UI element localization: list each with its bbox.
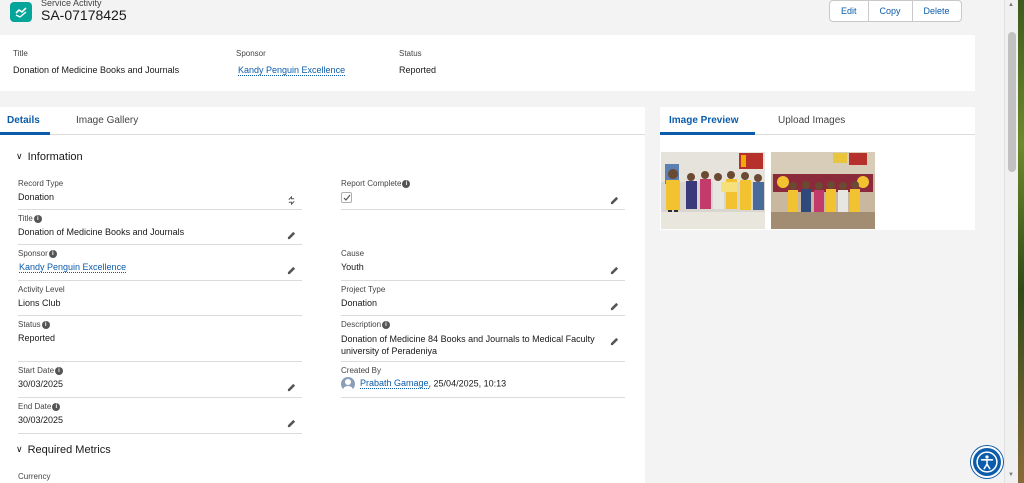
scroll-up-arrow-icon[interactable]: ▲ [1008, 2, 1014, 8]
highlight-status-label: Status [399, 49, 422, 58]
field-end-date: End Date i 30/03/2025 [18, 402, 302, 434]
info-icon[interactable]: i [52, 403, 61, 411]
highlight-status-value: Reported [399, 65, 437, 75]
record-header: Service Activity SA-07178425 Edit Copy D… [0, 0, 1004, 30]
tab-image-preview[interactable]: Image Preview [669, 115, 738, 126]
field-description: Description i Donation of Medicine 84 Boo… [341, 320, 625, 362]
edit-button[interactable]: Edit [830, 1, 869, 21]
info-icon[interactable]: i [55, 367, 64, 375]
status-label: Status [18, 320, 41, 329]
tab-image-gallery[interactable]: Image Gallery [76, 115, 138, 126]
chevron-down-icon: ∨ [16, 151, 23, 161]
background-edge [1018, 0, 1024, 483]
pencil-icon[interactable] [287, 231, 296, 240]
report-complete-checkbox [341, 192, 352, 203]
copy-button[interactable]: Copy [869, 1, 913, 21]
avatar [341, 377, 355, 391]
section-information-label: Information [27, 151, 83, 163]
currency-label: Currency [18, 472, 51, 481]
section-required-metrics-label: Required Metrics [27, 444, 111, 456]
cause-value: Youth [341, 262, 364, 272]
field-activity-level: Activity Level Lions Club [18, 285, 302, 316]
section-information[interactable]: ∨ Information [16, 151, 83, 163]
preview-photo[interactable] [661, 152, 765, 229]
info-icon[interactable]: i [382, 321, 391, 329]
pencil-icon[interactable] [287, 383, 296, 392]
field-report-complete: Report Complete i [341, 179, 625, 210]
delete-button[interactable]: Delete [913, 1, 961, 21]
details-tabs: Details Image Gallery [0, 107, 645, 135]
field-status: Status i Reported [18, 320, 302, 362]
record-name: SA-07178425 [41, 7, 127, 23]
chevron-down-icon: ∨ [16, 444, 23, 454]
info-icon[interactable]: i [33, 215, 42, 223]
section-required-metrics[interactable]: ∨ Required Metrics [16, 444, 111, 456]
accessibility-icon [976, 451, 998, 473]
action-button-group: Edit Copy Delete [829, 0, 962, 22]
pencil-icon[interactable] [610, 196, 619, 205]
tab-active-indicator [0, 132, 50, 135]
change-record-type-icon[interactable] [287, 195, 296, 206]
field-title: Title i Donation of Medicine Books and Jo… [18, 214, 302, 245]
image-card: Image Preview Upload Images [660, 107, 975, 230]
activity-level-value: Lions Club [18, 298, 61, 308]
created-by-timestamp: , 25/04/2025, 10:13 [428, 378, 507, 389]
pencil-icon[interactable] [287, 266, 296, 275]
tab-details[interactable]: Details [7, 115, 40, 126]
description-label: Description [341, 320, 382, 329]
title-value: Donation of Medicine Books and Journals [18, 227, 185, 237]
project-type-label: Project Type [341, 285, 386, 294]
preview-photo[interactable] [771, 152, 875, 229]
info-icon[interactable]: i [402, 180, 411, 188]
project-type-value: Donation [341, 298, 378, 308]
report-complete-label: Report Complete [341, 179, 402, 188]
info-icon[interactable]: i [41, 321, 50, 329]
created-by-label: Created By [341, 366, 382, 375]
scrollbar-thumb[interactable] [1008, 32, 1016, 172]
info-icon[interactable]: i [48, 250, 57, 258]
highlight-sponsor-link[interactable]: Kandy Penguin Excellence [238, 65, 346, 76]
highlights-panel: Title Donation of Medicine Books and Jou… [0, 35, 975, 91]
record-type-value: Donation [18, 192, 55, 202]
cause-label: Cause [341, 249, 365, 258]
sponsor-label: Sponsor [18, 249, 48, 258]
field-cause: Cause Youth [341, 249, 625, 281]
status-value: Reported [18, 333, 56, 343]
title-label: Title [18, 214, 33, 223]
highlight-title: Title Donation of Medicine Books and Jou… [13, 49, 179, 75]
highlight-status: Status Reported [399, 49, 436, 75]
end-date-label: End Date [18, 402, 52, 411]
highlight-title-label: Title [13, 49, 28, 58]
field-created-by: Created By Prabath Gamage, 25/04/2025, 1… [341, 366, 625, 398]
tab-active-indicator [660, 132, 755, 135]
activity-level-label: Activity Level [18, 285, 65, 294]
scroll-down-arrow-icon[interactable]: ▼ [1008, 472, 1014, 478]
highlight-sponsor-label: Sponsor [236, 49, 266, 58]
field-sponsor: Sponsor i Kandy Penguin Excellence [18, 249, 302, 281]
pencil-icon[interactable] [287, 419, 296, 428]
record-type-label: Record Type [18, 179, 64, 188]
tab-upload-images[interactable]: Upload Images [778, 115, 845, 126]
pencil-icon[interactable] [610, 266, 619, 275]
field-start-date: Start Date i 30/03/2025 [18, 366, 302, 398]
created-by-user-link[interactable]: Prabath Gamage [360, 378, 429, 390]
highlight-title-value: Donation of Medicine Books and Journals [13, 65, 180, 75]
pencil-icon[interactable] [610, 302, 619, 311]
details-card: Details Image Gallery ∨ Information Recor… [0, 107, 645, 483]
service-activity-icon [10, 2, 32, 22]
start-date-value: 30/03/2025 [18, 379, 64, 389]
start-date-label: Start Date [18, 366, 55, 375]
field-record-type: Record Type Donation [18, 179, 302, 210]
description-value: Donation of Medicine 84 Books and Journa… [341, 334, 595, 356]
highlight-sponsor: Sponsor Kandy Penguin Excellence [236, 49, 346, 76]
page-scrollbar[interactable]: ▲ ▼ [1004, 0, 1018, 483]
image-tabs: Image Preview Upload Images [660, 107, 975, 135]
field-project-type: Project Type Donation [341, 285, 625, 316]
pencil-icon[interactable] [610, 337, 619, 346]
accessibility-button[interactable] [971, 446, 1003, 478]
end-date-value: 30/03/2025 [18, 415, 64, 425]
sponsor-link[interactable]: Kandy Penguin Excellence [19, 262, 127, 273]
